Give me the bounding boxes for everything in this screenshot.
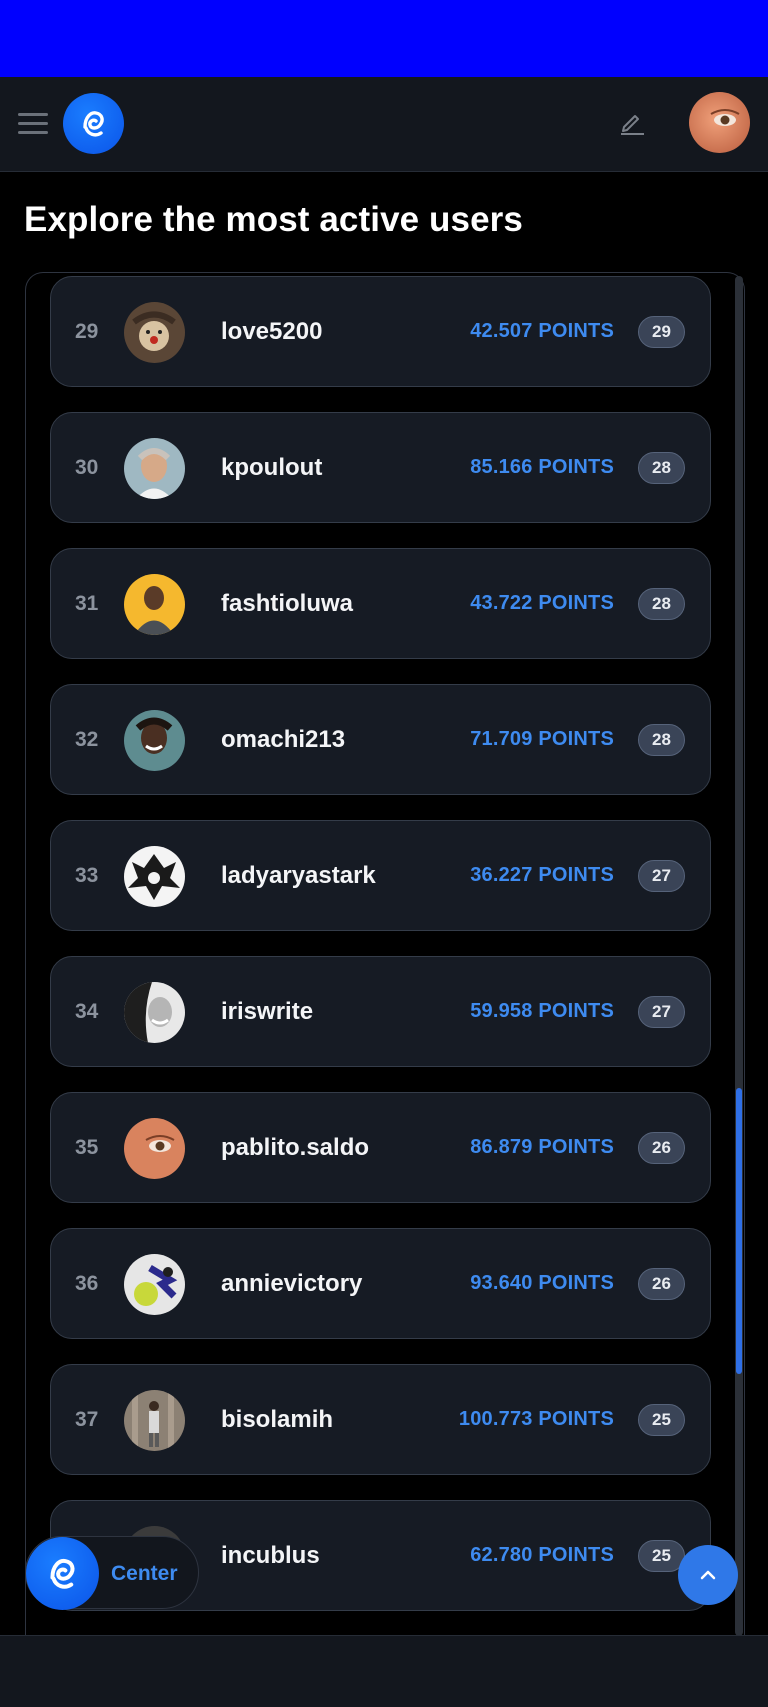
rank-number: 29 <box>75 320 99 343</box>
rank-number: 33 <box>75 864 99 887</box>
points-value: 100.773 POINTS <box>458 1408 614 1430</box>
pencil-icon[interactable] <box>617 107 647 137</box>
username[interactable]: bisolamih <box>221 1365 333 1474</box>
bottom-bar <box>0 1635 768 1707</box>
list-item[interactable]: 35 pablito.saldo 86.879 POINTS 26 <box>50 1092 711 1203</box>
app-logo-icon <box>26 1537 99 1610</box>
username[interactable]: kpoulout <box>221 413 322 522</box>
list-item[interactable]: 29 love5200 42.507 POINTS 29 <box>50 276 711 387</box>
level-badge: 27 <box>638 996 685 1028</box>
level-badge: 28 <box>638 452 685 484</box>
level-badge: 26 <box>638 1268 685 1300</box>
username[interactable]: incublus <box>221 1501 320 1610</box>
avatar[interactable] <box>124 1254 185 1315</box>
level-badge: 25 <box>638 1404 685 1436</box>
points-value: 71.709 POINTS <box>470 728 614 750</box>
points-value: 62.780 POINTS <box>470 1544 614 1566</box>
list-item[interactable]: 33 ladyaryastark 36.227 POINTS 27 <box>50 820 711 931</box>
list-item[interactable]: 34 iriswrite 59.958 POINTS 27 <box>50 956 711 1067</box>
level-badge: 27 <box>638 860 685 892</box>
points-value: 93.640 POINTS <box>470 1272 614 1294</box>
avatar[interactable] <box>124 1390 185 1451</box>
points-value: 43.722 POINTS <box>470 592 614 614</box>
rank-number: 35 <box>75 1136 99 1159</box>
username[interactable]: pablito.saldo <box>221 1093 369 1202</box>
points-value: 42.507 POINTS <box>470 320 614 342</box>
list-item[interactable]: 32 omachi213 71.709 POINTS 28 <box>50 684 711 795</box>
center-button[interactable]: Center <box>25 1536 199 1610</box>
list-item[interactable]: 37 bisolamih 100.773 POINTS 25 <box>50 1364 711 1475</box>
points-value: 85.166 POINTS <box>470 456 614 478</box>
scrollbar-track[interactable] <box>735 276 743 1636</box>
scroll-to-top-button[interactable] <box>678 1545 738 1605</box>
username[interactable]: ladyaryastark <box>221 821 376 930</box>
rank-number: 30 <box>75 456 99 479</box>
rank-number: 36 <box>75 1272 99 1295</box>
avatar[interactable] <box>124 302 185 363</box>
points-value: 59.958 POINTS <box>470 1000 614 1022</box>
points-value: 86.879 POINTS <box>470 1136 614 1158</box>
app-header <box>0 77 768 172</box>
status-bar <box>0 0 768 77</box>
points-value: 36.227 POINTS <box>470 864 614 886</box>
avatar[interactable] <box>124 710 185 771</box>
level-badge: 28 <box>638 724 685 756</box>
level-badge: 28 <box>638 588 685 620</box>
avatar[interactable] <box>124 1118 185 1179</box>
avatar[interactable] <box>124 982 185 1043</box>
rank-number: 31 <box>75 592 99 615</box>
hamburger-menu-icon[interactable] <box>18 113 48 135</box>
center-label: Center <box>111 1562 178 1585</box>
list-item[interactable]: 36 annievictory 93.640 POINTS 26 <box>50 1228 711 1339</box>
scrollbar-thumb[interactable] <box>736 1088 742 1374</box>
avatar[interactable] <box>124 846 185 907</box>
list-item[interactable]: 31 fashtioluwa 43.722 POINTS 28 <box>50 548 711 659</box>
chevron-up-icon <box>700 1570 716 1580</box>
username[interactable]: omachi213 <box>221 685 345 794</box>
avatar[interactable] <box>124 574 185 635</box>
username[interactable]: love5200 <box>221 277 322 386</box>
username[interactable]: fashtioluwa <box>221 549 353 658</box>
username[interactable]: iriswrite <box>221 957 313 1066</box>
username[interactable]: annievictory <box>221 1229 362 1338</box>
level-badge: 29 <box>638 316 685 348</box>
list-item[interactable]: 30 kpoulout 85.166 POINTS 28 <box>50 412 711 523</box>
level-badge: 26 <box>638 1132 685 1164</box>
rank-number: 32 <box>75 728 99 751</box>
rank-number: 37 <box>75 1408 99 1431</box>
user-avatar[interactable] <box>689 92 750 153</box>
avatar[interactable] <box>124 438 185 499</box>
rank-number: 34 <box>75 1000 99 1023</box>
app-logo-icon[interactable] <box>63 93 124 154</box>
page-title: Explore the most active users <box>24 200 523 239</box>
